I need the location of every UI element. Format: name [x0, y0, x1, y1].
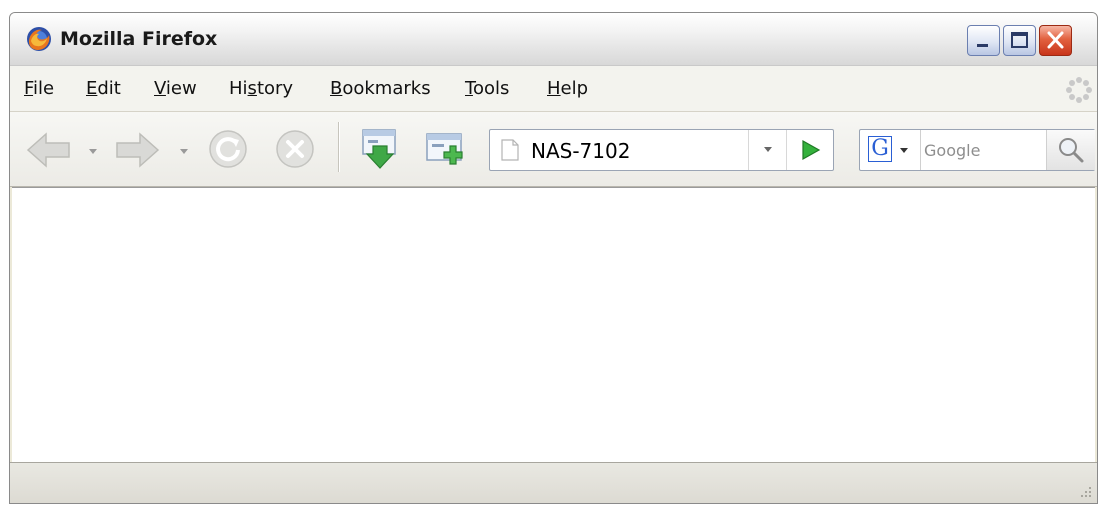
window-title: Mozilla Firefox — [60, 28, 218, 50]
menu-bookmarks[interactable]: Bookmarks — [330, 78, 431, 99]
forward-icon[interactable] — [114, 131, 160, 169]
search-bar[interactable]: G — [859, 129, 1095, 171]
page-content[interactable] — [12, 187, 1095, 462]
address-history-dropdown[interactable] — [748, 130, 787, 170]
toolbar-separator — [338, 122, 339, 172]
menu-history[interactable]: History — [229, 78, 293, 99]
search-input[interactable] — [924, 139, 1034, 161]
navigation-toolbar: NAS-7102 G — [10, 112, 1097, 187]
menu-view[interactable]: View — [154, 78, 197, 99]
title-bar[interactable]: Mozilla Firefox — [10, 13, 1097, 66]
reload-icon[interactable] — [207, 128, 249, 170]
go-arrow-icon — [802, 139, 821, 161]
minimize-icon — [977, 44, 988, 47]
maximize-icon — [1011, 32, 1028, 48]
menu-file[interactable]: File — [24, 78, 54, 99]
firefox-logo-icon — [27, 27, 51, 51]
menu-edit[interactable]: Edit — [86, 78, 121, 99]
blank-page-icon — [501, 139, 519, 161]
go-button[interactable] — [786, 130, 834, 170]
menu-bar: File Edit View History Bookmarks Tools H… — [10, 66, 1097, 112]
back-icon[interactable] — [26, 131, 72, 169]
status-bar — [10, 462, 1097, 503]
google-icon: G — [868, 136, 892, 162]
stop-icon[interactable] — [274, 128, 316, 170]
maximize-button[interactable] — [1003, 25, 1036, 56]
browser-window: Mozilla Firefox File Edit View History B… — [9, 12, 1098, 504]
close-button[interactable] — [1039, 25, 1072, 56]
address-input[interactable]: NAS-7102 — [531, 139, 630, 163]
back-dropdown-icon[interactable] — [89, 149, 97, 154]
menu-tools[interactable]: Tools — [465, 78, 509, 99]
close-icon — [1047, 31, 1064, 49]
throbber-icon — [1066, 77, 1092, 103]
minimize-button[interactable] — [967, 25, 1000, 56]
chevron-down-icon — [764, 147, 772, 152]
engine-dropdown-icon — [900, 148, 908, 153]
new-window-icon[interactable] — [423, 126, 469, 172]
resize-grip-icon[interactable] — [1077, 485, 1093, 501]
forward-dropdown-icon[interactable] — [180, 149, 188, 154]
address-bar[interactable]: NAS-7102 — [489, 129, 834, 171]
download-page-icon[interactable] — [357, 126, 403, 172]
search-engine-selector[interactable]: G — [860, 130, 921, 170]
search-button[interactable] — [1046, 130, 1095, 170]
magnifier-icon — [1059, 138, 1084, 163]
menu-help[interactable]: Help — [547, 78, 588, 99]
